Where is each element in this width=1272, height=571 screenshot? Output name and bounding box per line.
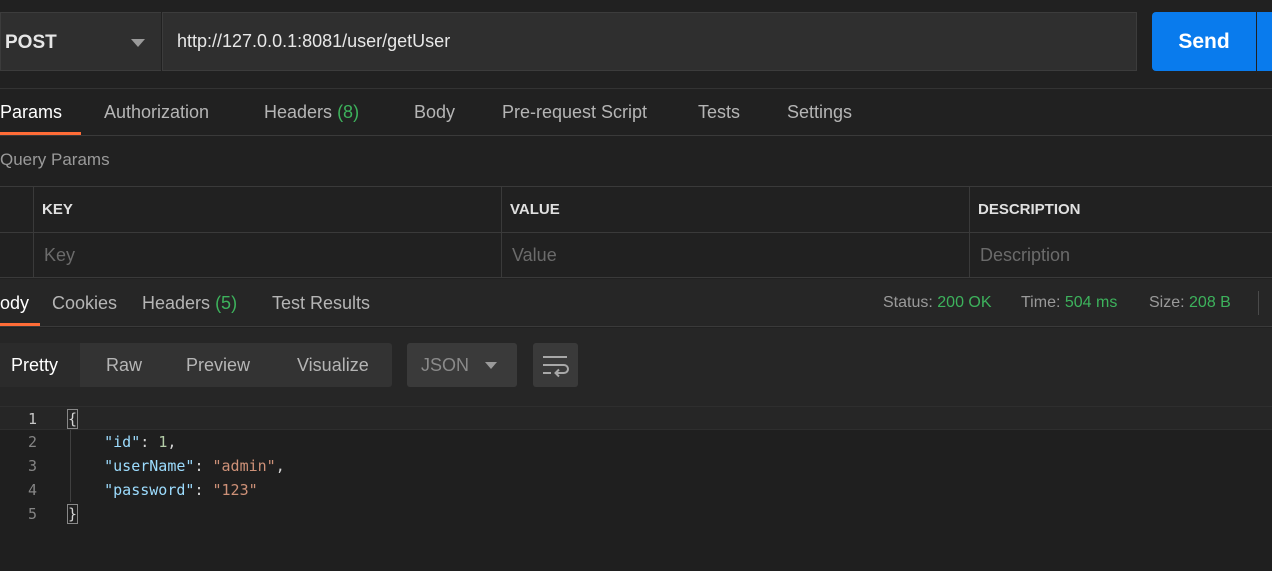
tab-settings[interactable]: Settings [787, 89, 852, 136]
line-number: 5 [27, 505, 37, 523]
chevron-down-icon [485, 362, 497, 369]
tab-authorization[interactable]: Authorization [104, 89, 209, 136]
active-tab-indicator [0, 323, 40, 326]
row-handle [0, 233, 34, 278]
line-number: 2 [27, 433, 37, 451]
tab-response-body[interactable]: ody [0, 279, 29, 327]
line-number: 3 [27, 457, 37, 475]
time-label: Time: [1021, 294, 1061, 311]
code-text: "password": "123" [104, 481, 258, 499]
tab-label: Headers [142, 293, 211, 313]
postman-window: POST http://127.0.0.1:8081/user/getUser … [0, 0, 1272, 571]
view-raw-button[interactable]: Raw [106, 343, 142, 387]
wrap-lines-button[interactable] [533, 343, 578, 387]
tab-label: Tests [698, 102, 741, 122]
json-key: "userName" [104, 457, 195, 475]
code-line: 1 { [0, 406, 1272, 430]
param-key-input[interactable]: Key [33, 233, 502, 278]
line-number: 4 [27, 481, 37, 499]
row-handle-header [0, 187, 34, 233]
tab-label: Headers [264, 102, 333, 122]
column-header-description: DESCRIPTION [969, 187, 1272, 233]
send-options-button[interactable] [1257, 12, 1272, 71]
method-label: POST [5, 32, 57, 53]
request-tabs: Params Authorization Headers (8) Body Pr… [0, 88, 1272, 136]
tab-label: Params [0, 102, 63, 122]
json-value: 1 [158, 433, 168, 451]
tab-response-headers[interactable]: Headers (5) [142, 279, 237, 327]
code-line: 2 "id": 1, [0, 430, 1272, 454]
query-params-table: KEY VALUE DESCRIPTION Key Value Descript… [0, 186, 1272, 278]
tab-label: Settings [787, 102, 853, 122]
chevron-down-icon [131, 39, 145, 47]
code-line: 3 "userName": "admin", [0, 454, 1272, 478]
time-readout: Time: 504 ms [1021, 279, 1117, 327]
code-text: "id": 1, [104, 433, 177, 451]
code-text: { [66, 407, 79, 431]
code-text: } [66, 502, 79, 526]
json-value: "admin" [212, 457, 276, 475]
close-brace: } [66, 504, 79, 524]
tab-label: Pre-request Script [502, 102, 648, 122]
json-trail: , [275, 457, 285, 475]
headers-count-badge: (8) [337, 102, 360, 122]
divider [1258, 291, 1259, 315]
json-value: "123" [212, 481, 258, 499]
format-select[interactable]: JSON [407, 343, 517, 387]
view-preview-button[interactable]: Preview [186, 343, 250, 387]
tab-label: Body [414, 102, 456, 122]
open-brace: { [66, 409, 79, 429]
active-tab-indicator [0, 132, 81, 135]
json-key: "password" [104, 481, 195, 499]
response-body-editor[interactable]: 1 { 2 "id": 1, 3 "userName": "admin", 4 … [0, 406, 1272, 571]
param-description-input[interactable]: Description [969, 233, 1272, 278]
tab-body[interactable]: Body [414, 89, 455, 136]
request-bar: POST http://127.0.0.1:8081/user/getUser … [0, 0, 1272, 88]
size-label: Size: [1149, 294, 1185, 311]
column-header-key: KEY [33, 187, 502, 233]
tab-headers[interactable]: Headers (8) [264, 89, 359, 136]
view-mode-group: Pretty Raw Preview Visualize [0, 343, 392, 387]
response-headers-count-badge: (5) [215, 293, 238, 313]
tab-label: Cookies [52, 293, 118, 313]
param-value-input[interactable]: Value [501, 233, 970, 278]
status-readout: Status: 200 OK [883, 279, 992, 327]
tab-label: ody [0, 293, 30, 313]
code-line: 5 } [0, 502, 1272, 526]
json-trail: , [167, 433, 177, 451]
tab-cookies[interactable]: Cookies [52, 279, 117, 327]
tab-label: Test Results [272, 293, 371, 313]
status-label: Status: [883, 294, 933, 311]
tab-label: Authorization [104, 102, 210, 122]
view-visualize-button[interactable]: Visualize [297, 343, 369, 387]
response-toolbar: Pretty Raw Preview Visualize JSON [0, 328, 1272, 406]
time-value: 504 ms [1064, 294, 1118, 311]
status-value: 200 OK [937, 294, 992, 311]
json-key: "id" [104, 433, 141, 451]
format-label: JSON [421, 355, 470, 375]
code-line: 4 "password": "123" [0, 478, 1272, 502]
size-readout: Size: 208 B [1149, 279, 1231, 327]
wrap-lines-icon [543, 356, 569, 378]
code-text: "userName": "admin", [104, 457, 285, 475]
view-pretty-button[interactable]: Pretty [11, 343, 58, 387]
tab-test-results[interactable]: Test Results [272, 279, 370, 327]
method-select[interactable]: POST [0, 12, 161, 71]
send-button[interactable]: Send [1152, 12, 1256, 71]
tab-params[interactable]: Params [0, 89, 62, 136]
query-params-title: Query Params [0, 150, 110, 169]
size-value: 208 B [1189, 294, 1231, 311]
tab-tests[interactable]: Tests [698, 89, 740, 136]
tab-pre-request-script[interactable]: Pre-request Script [502, 89, 647, 136]
column-header-value: VALUE [501, 187, 970, 233]
response-tabs: ody Cookies Headers (5) Test Results Sta… [0, 279, 1272, 327]
url-input[interactable]: http://127.0.0.1:8081/user/getUser [162, 12, 1137, 71]
line-number: 1 [27, 410, 37, 428]
